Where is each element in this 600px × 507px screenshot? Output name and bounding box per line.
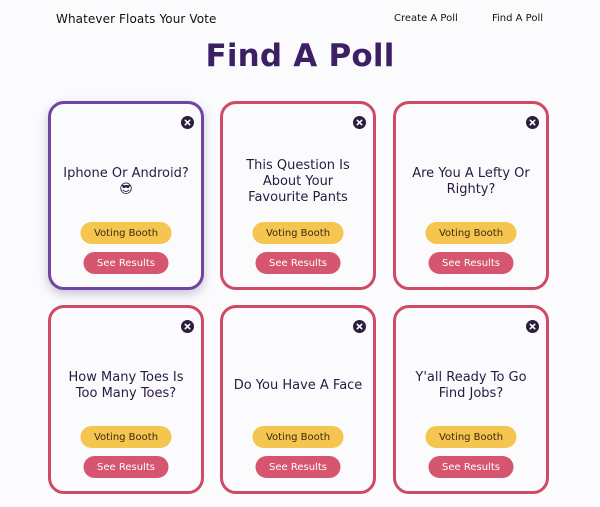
see-results-button[interactable]: See Results (255, 456, 341, 478)
close-icon[interactable] (526, 320, 539, 333)
poll-card: Do You Have A Face Voting Booth See Resu… (220, 305, 376, 494)
close-icon[interactable] (353, 320, 366, 333)
voting-booth-button[interactable]: Voting Booth (80, 222, 172, 244)
poll-question: This Question Is About Your Favourite Pa… (246, 158, 350, 205)
poll-card: This Question Is About Your Favourite Pa… (220, 101, 376, 290)
see-results-button[interactable]: See Results (83, 456, 169, 478)
poll-card: How Many Toes Is Too Many Toes? Voting B… (48, 305, 204, 494)
see-results-button[interactable]: See Results (428, 456, 514, 478)
poll-question: Y'all Ready To Go Find Jobs? (415, 370, 527, 401)
nav-link-find-poll[interactable]: Find A Poll (492, 13, 543, 24)
poll-question: Iphone Or Android?😎 (63, 166, 189, 197)
close-icon[interactable] (353, 116, 366, 129)
see-results-button[interactable]: See Results (428, 252, 514, 274)
poll-question: Do You Have A Face (233, 378, 363, 393)
top-nav: Whatever Floats Your Vote Create A Poll … (0, 0, 600, 40)
voting-booth-button[interactable]: Voting Booth (80, 426, 172, 448)
poll-question: How Many Toes Is Too Many Toes? (68, 370, 184, 401)
see-results-button[interactable]: See Results (255, 252, 341, 274)
close-icon[interactable] (181, 320, 194, 333)
page-title: Find A Poll (205, 38, 395, 74)
close-icon[interactable] (181, 116, 194, 129)
nav-link-create-poll[interactable]: Create A Poll (394, 13, 458, 24)
brand-name[interactable]: Whatever Floats Your Vote (56, 12, 217, 26)
close-icon[interactable] (526, 116, 539, 129)
poll-card: Y'all Ready To Go Find Jobs? Voting Boot… (393, 305, 549, 494)
voting-booth-button[interactable]: Voting Booth (425, 426, 517, 448)
voting-booth-button[interactable]: Voting Booth (252, 426, 344, 448)
see-results-button[interactable]: See Results (83, 252, 169, 274)
voting-booth-button[interactable]: Voting Booth (252, 222, 344, 244)
poll-card: Iphone Or Android?😎 Voting Booth See Res… (48, 101, 204, 290)
voting-booth-button[interactable]: Voting Booth (425, 222, 517, 244)
poll-question: Are You A Lefty Or Righty? (412, 166, 530, 197)
poll-card: Are You A Lefty Or Righty? Voting Booth … (393, 101, 549, 290)
